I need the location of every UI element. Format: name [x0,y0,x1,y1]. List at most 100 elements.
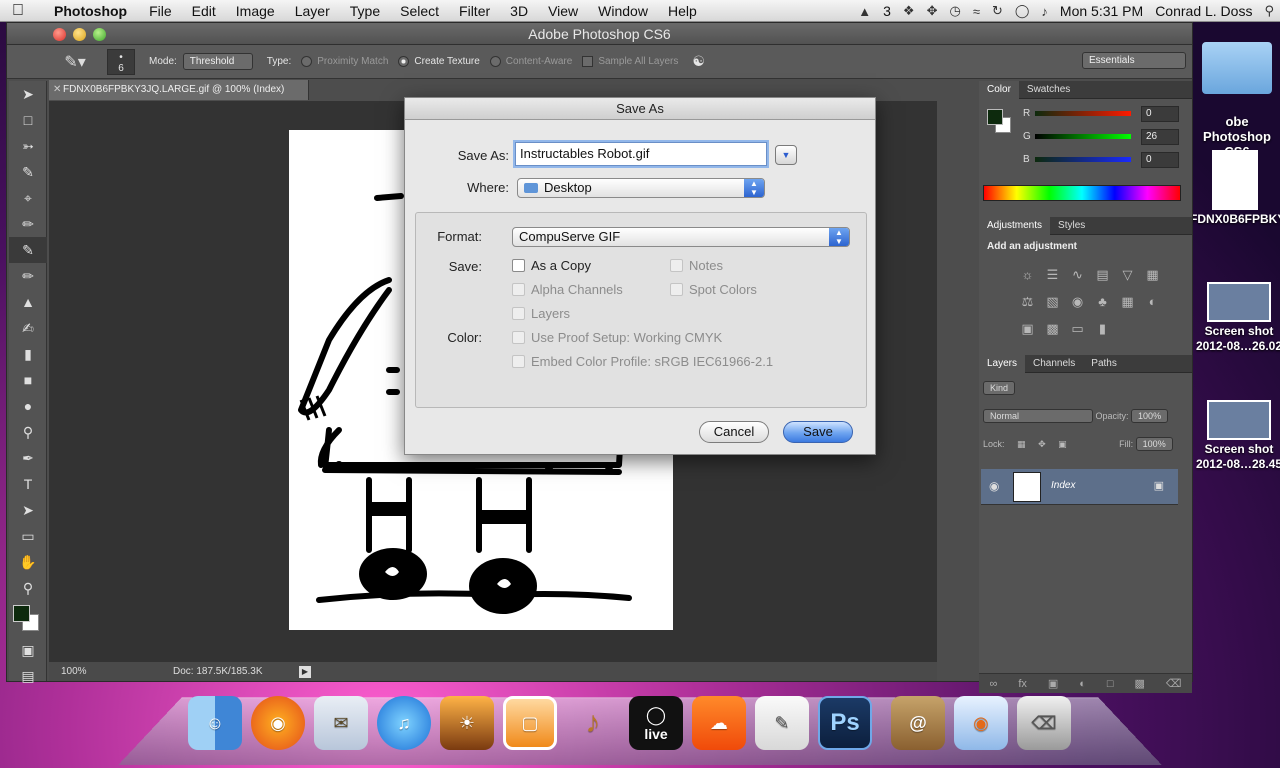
gradient-map-icon[interactable]: ▮ [1090,315,1115,342]
selective-color-icon[interactable]: ▭ [1065,315,1090,342]
menu-type[interactable]: Type [340,3,390,19]
workspace-select[interactable]: Essentials [1082,52,1186,69]
format-select[interactable]: CompuServe GIF ▲ ▼ [512,227,850,247]
eyedropper-tool-icon[interactable]: ✏ [9,211,47,237]
channel-mixer-icon[interactable]: ♣ [1090,288,1115,315]
levels-icon[interactable]: ☰ [1040,261,1065,288]
expand-dialog-button[interactable]: ▼ [775,145,797,165]
clock[interactable]: Mon 5:31 PM [1054,3,1149,19]
create-texture-radio[interactable] [398,56,410,67]
where-select[interactable]: Desktop ▲ ▼ [517,178,765,198]
embed-color-profile-checkbox[interactable]: Embed Color Profile: sRGB IEC61966-2.1 [512,354,773,369]
color-balance-icon[interactable]: ⚖ [1015,288,1040,315]
screen-mode-icon[interactable]: ▤ [9,663,47,689]
history-brush-tool-icon[interactable]: ✍ [9,315,47,341]
menu-select[interactable]: Select [390,3,449,19]
blue-value[interactable]: 0 [1141,152,1179,168]
adobe-icon[interactable]: ▲ [852,4,877,19]
threshold-icon[interactable]: ▩ [1040,315,1065,342]
use-proof-setup-checkbox[interactable]: Use Proof Setup: Working CMYK [512,330,722,345]
mode-select[interactable]: Threshold [182,53,253,70]
dropbox-icon[interactable]: ❖ [897,3,921,19]
desktop-icon-screenshot-1[interactable]: Screen shot 2012-08…26.02 [1194,282,1280,354]
zoom-tool-icon[interactable]: ⚲ [9,575,47,601]
color-lookup-icon[interactable]: ▦ [1115,288,1140,315]
foreground-color-swatch[interactable] [13,605,30,622]
exposure-icon[interactable]: ▤ [1090,261,1115,288]
fx-icon[interactable]: fx [1018,678,1027,690]
pressure-icon[interactable]: ☯ [692,53,705,70]
foreground-color-swatch[interactable] [987,109,1003,125]
vibrance-icon[interactable]: ▽ [1115,261,1140,288]
tab-layers[interactable]: Layers [979,354,1026,373]
blue-slider[interactable] [1035,157,1131,162]
layers-checkbox[interactable]: Layers [512,306,570,321]
lock-position-icon[interactable]: ✥ [1038,439,1046,449]
new-adjustment-icon[interactable]: ◐ [1079,678,1086,690]
menu-layer[interactable]: Layer [285,3,340,19]
path-select-tool-icon[interactable]: ➤ [9,497,47,523]
status-menu-arrow-icon[interactable]: ▶ [299,666,311,678]
new-layer-icon[interactable]: ▩ [1135,677,1145,690]
layer-row-index[interactable]: ◉ Index ▣ [981,469,1178,505]
lasso-tool-icon[interactable]: ➳ [9,133,47,159]
posterize-icon[interactable]: ▣ [1015,315,1040,342]
menu-image[interactable]: Image [226,3,285,19]
sample-all-layers-checkbox[interactable] [582,56,594,67]
ableton-live-icon[interactable]: ◯ live [629,696,683,750]
dodge-tool-icon[interactable]: ⚲ [9,419,47,445]
curves-icon[interactable]: ∿ [1065,261,1090,288]
hue-saturation-icon[interactable]: ▦ [1140,261,1165,288]
zoom-window-button[interactable] [93,28,106,41]
chat-icon[interactable]: ◯ [1009,3,1036,19]
marquee-tool-icon[interactable]: □ [9,107,47,133]
script-editor-icon[interactable]: ✎ [755,696,809,750]
mail-icon[interactable]: ✉ [314,696,368,750]
address-book-icon[interactable]: @ [891,696,945,750]
sync-icon[interactable]: ↻ [986,3,1009,19]
trash-icon[interactable]: ⌫ [1017,696,1071,750]
itunes-icon[interactable]: ♫ [377,696,431,750]
save-button[interactable]: Save [783,421,853,443]
hand-tool-icon[interactable]: ✋ [9,549,47,575]
cancel-button[interactable]: Cancel [699,421,769,443]
desktop-icon-gif[interactable]: FDNX0B6FPBKY3JQ.LARGE.gif [1190,150,1280,227]
black-white-icon[interactable]: ▧ [1040,288,1065,315]
fill-input[interactable]: 100% [1135,437,1173,451]
photoshop-dock-icon[interactable]: Ps [818,696,872,750]
brush-size-picker[interactable]: • 6 [107,48,135,75]
web-preview-icon[interactable]: ◉ [954,696,1008,750]
spot-healing-tool-icon[interactable]: ✎ [9,237,47,263]
eraser-tool-icon[interactable]: ▮ [9,341,47,367]
red-slider[interactable] [1035,111,1131,116]
brush-tool-icon[interactable]: ✏ [9,263,47,289]
alpha-channels-checkbox[interactable]: Alpha Channels [512,282,623,297]
photo-filter-icon[interactable]: ◉ [1065,288,1090,315]
move-icon[interactable]: ✥ [921,3,944,19]
red-value[interactable]: 0 [1141,106,1179,122]
zoom-level[interactable]: 100% [61,662,87,682]
green-value[interactable]: 26 [1141,129,1179,145]
filename-input[interactable]: Instructables Robot.gif [515,142,767,166]
blend-mode-select[interactable]: Normal [983,409,1093,423]
new-group-icon[interactable]: □ [1107,678,1114,690]
color-spectrum[interactable] [983,185,1181,201]
menu-file[interactable]: File [139,3,182,19]
menu-filter[interactable]: Filter [449,3,500,19]
proximity-match-radio[interactable] [301,56,313,67]
spot-colors-checkbox[interactable]: Spot Colors [670,282,757,297]
shape-tool-icon[interactable]: ▭ [9,523,47,549]
color-swatches[interactable] [9,601,47,637]
menu-app-name[interactable]: Photoshop [36,3,139,19]
opacity-input[interactable]: 100% [1131,409,1169,423]
desktop-icon-photoshop[interactable]: obe Photoshop CS6 [1192,42,1280,159]
menu-window[interactable]: Window [588,3,658,19]
close-window-button[interactable] [53,28,66,41]
tab-paths[interactable]: Paths [1083,355,1125,373]
link-layers-icon[interactable]: ∞ [989,678,997,690]
garageband-icon[interactable]: ♪ [566,696,620,750]
layer-name[interactable]: Index [1051,480,1075,491]
notes-checkbox[interactable]: Notes [670,258,723,273]
pen-tool-icon[interactable]: ✒ [9,445,47,471]
close-tab-icon[interactable]: ✕ [53,80,61,100]
